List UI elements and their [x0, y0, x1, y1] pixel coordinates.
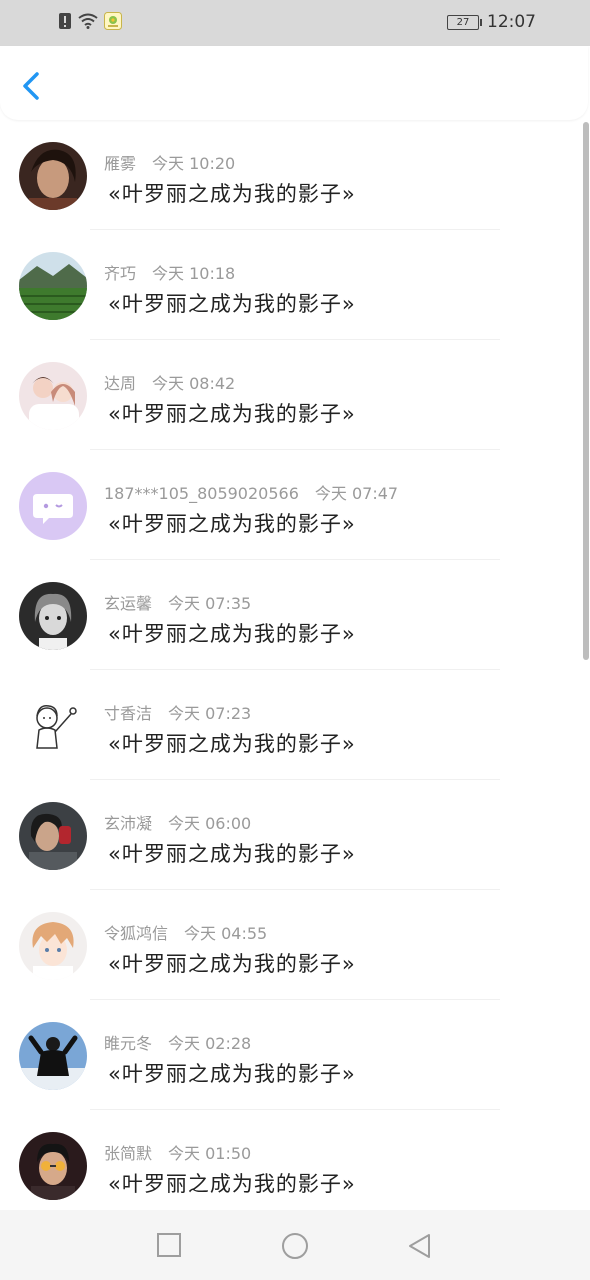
system-nav-bar — [0, 1210, 590, 1280]
message-text: «叶罗丽之成为我的影子» — [108, 622, 356, 646]
sketch-avatar — [19, 692, 87, 760]
back-triangle-icon[interactable] — [406, 1232, 432, 1260]
battery-indicator: 27 — [447, 14, 482, 30]
message-time: 今天 07:47 — [314, 484, 399, 503]
message-time: 今天 01:50 — [168, 1144, 252, 1163]
message-time: 今天 10:18 — [152, 264, 236, 283]
list-item[interactable]: 玄运馨 今天 07:35 «叶罗丽之成为我的影子» — [0, 560, 590, 670]
list-item[interactable]: 张简默 今天 01:50 «叶罗丽之成为我的影子» — [0, 1110, 590, 1210]
sender-name: 令狐鸿信 — [104, 924, 169, 943]
girl-bw-avatar — [19, 582, 87, 650]
message-meta: 玄沛凝 今天 06:00 — [104, 810, 251, 834]
sender-name: 玄沛凝 — [104, 814, 153, 833]
list-item[interactable]: 令狐鸿信 今天 04:55 «叶罗丽之成为我的影子» — [0, 890, 590, 1000]
message-meta: 玄运馨 今天 07:35 — [104, 590, 251, 614]
status-right: 27 12:07 — [447, 12, 536, 32]
avatar[interactable] — [19, 252, 87, 320]
message-meta: 张简默 今天 01:50 — [104, 1140, 251, 1164]
drink-avatar — [19, 802, 87, 870]
status-time: 12:07 — [487, 12, 536, 32]
home-icon[interactable] — [281, 1232, 309, 1260]
default-chat-avatar — [19, 472, 87, 540]
sky-figure-avatar — [19, 1022, 87, 1090]
list-item[interactable]: 雁雾 今天 10:20 «叶罗丽之成为我的影子» — [0, 120, 590, 230]
sender-name: 玄运馨 — [104, 594, 153, 613]
recent-apps-icon[interactable] — [156, 1232, 182, 1258]
message-meta: 187***105_8059020566 今天 07:47 — [104, 480, 398, 504]
message-meta: 寸香洁 今天 07:23 — [104, 700, 251, 724]
couple-avatar — [19, 362, 87, 430]
avatar[interactable] — [19, 582, 87, 650]
message-text: «叶罗丽之成为我的影子» — [108, 1172, 356, 1196]
message-text: «叶罗丽之成为我的影子» — [108, 952, 356, 976]
sender-name: 雁雾 — [104, 154, 137, 173]
message-time: 今天 07:35 — [168, 594, 252, 613]
message-meta: 齐巧 今天 10:18 — [104, 260, 235, 284]
message-time: 今天 06:00 — [168, 814, 252, 833]
message-text: «叶罗丽之成为我的影子» — [108, 292, 356, 316]
list-item[interactable]: 寸香洁 今天 07:23 «叶罗丽之成为我的影子» — [0, 670, 590, 780]
status-bar: 27 12:07 — [0, 0, 590, 46]
status-icons-left — [58, 12, 122, 30]
list-item[interactable]: 齐巧 今天 10:18 «叶罗丽之成为我的影子» — [0, 230, 590, 340]
message-text: «叶罗丽之成为我的影子» — [108, 732, 356, 756]
header-bar — [0, 46, 588, 120]
message-meta: 令狐鸿信 今天 04:55 — [104, 920, 267, 944]
avatar[interactable] — [19, 472, 87, 540]
sender-name: 寸香洁 — [104, 704, 153, 723]
sender-name: 达周 — [104, 374, 137, 393]
sender-name: 齐巧 — [104, 264, 137, 283]
message-time: 今天 07:23 — [168, 704, 252, 723]
message-text: «叶罗丽之成为我的影子» — [108, 842, 356, 866]
message-meta: 睢元冬 今天 02:28 — [104, 1030, 251, 1054]
sender-name: 睢元冬 — [104, 1034, 153, 1053]
alert-icon — [59, 13, 71, 29]
back-button[interactable] — [16, 66, 46, 106]
message-text: «叶罗丽之成为我的影子» — [108, 182, 356, 206]
message-text: «叶罗丽之成为我的影子» — [108, 1062, 356, 1086]
avatar[interactable] — [19, 692, 87, 760]
anime-avatar — [19, 912, 87, 980]
message-meta: 雁雾 今天 10:20 — [104, 150, 235, 174]
sunglasses-avatar — [19, 1132, 87, 1200]
list-item[interactable]: 玄沛凝 今天 06:00 «叶罗丽之成为我的影子» — [0, 780, 590, 890]
avatar[interactable] — [19, 362, 87, 430]
chevron-left-icon — [23, 72, 39, 100]
landscape-avatar — [19, 252, 87, 320]
message-time: 今天 10:20 — [152, 154, 236, 173]
message-text: «叶罗丽之成为我的影子» — [108, 402, 356, 426]
scrollbar[interactable] — [583, 122, 589, 660]
message-text: «叶罗丽之成为我的影子» — [108, 512, 356, 536]
wifi-icon — [78, 13, 98, 29]
avatar[interactable] — [19, 1132, 87, 1200]
avatar[interactable] — [19, 912, 87, 980]
portrait-avatar — [19, 142, 87, 210]
avatar[interactable] — [19, 142, 87, 210]
app-notification-icon — [104, 12, 122, 30]
sender-name: 187***105_8059020566 — [104, 484, 299, 503]
message-meta: 达周 今天 08:42 — [104, 370, 235, 394]
avatar[interactable] — [19, 802, 87, 870]
avatar[interactable] — [19, 1022, 87, 1090]
list-item[interactable]: 睢元冬 今天 02:28 «叶罗丽之成为我的影子» — [0, 1000, 590, 1110]
sender-name: 张简默 — [104, 1144, 153, 1163]
message-time: 今天 02:28 — [168, 1034, 252, 1053]
list-item[interactable]: 187***105_8059020566 今天 07:47 «叶罗丽之成为我的影子… — [0, 450, 590, 560]
message-time: 今天 08:42 — [152, 374, 236, 393]
message-list: 雁雾 今天 10:20 «叶罗丽之成为我的影子» 齐巧 今天 10:18 «叶罗丽之… — [0, 120, 590, 1210]
list-item[interactable]: 达周 今天 08:42 «叶罗丽之成为我的影子» — [0, 340, 590, 450]
message-time: 今天 04:55 — [184, 924, 268, 943]
